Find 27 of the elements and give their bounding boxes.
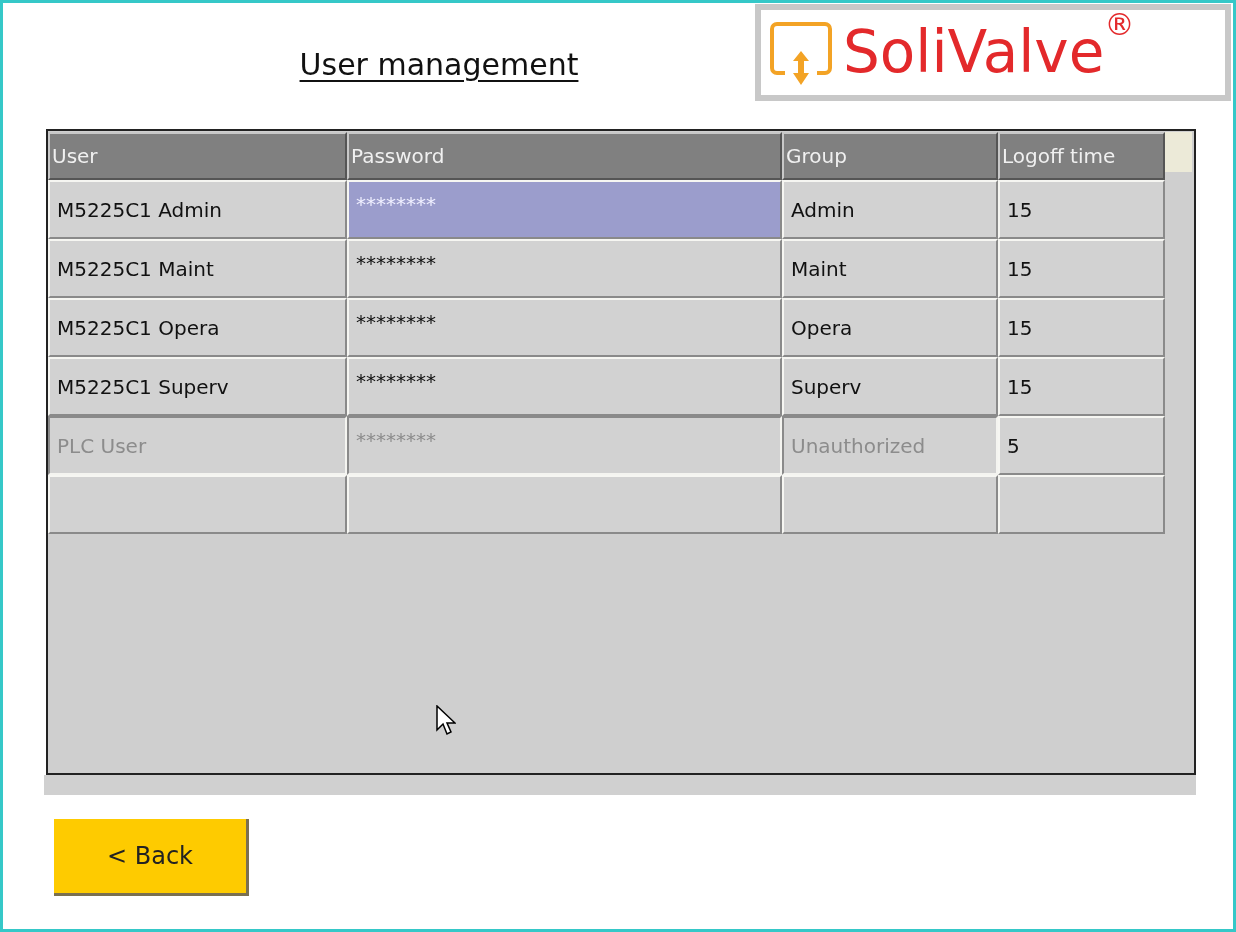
table-cell[interactable]: ******** xyxy=(347,357,782,416)
table-cell[interactable]: Opera xyxy=(782,298,998,357)
table-cell[interactable]: 15 xyxy=(998,180,1165,239)
mouse-pointer-icon xyxy=(436,705,456,737)
table-cell[interactable]: M5225C1 Superv xyxy=(48,357,347,416)
column-header: Password xyxy=(347,132,782,180)
table-cell[interactable]: ******** xyxy=(347,239,782,298)
scrollbar-corner xyxy=(1165,132,1192,172)
page-title: User management xyxy=(299,45,579,84)
table-cell[interactable] xyxy=(347,475,782,534)
table-cell[interactable]: 15 xyxy=(998,239,1165,298)
table-cell[interactable] xyxy=(782,475,998,534)
table-cell[interactable] xyxy=(998,475,1165,534)
table-cell[interactable]: ******** xyxy=(347,298,782,357)
table-cell[interactable]: Admin xyxy=(782,180,998,239)
table-cell[interactable]: M5225C1 Admin xyxy=(48,180,347,239)
column-header: Logoff time xyxy=(998,132,1165,180)
column-header: Group xyxy=(782,132,998,180)
column-header: User xyxy=(48,132,347,180)
table-cell[interactable]: 15 xyxy=(998,357,1165,416)
back-button[interactable]: < Back xyxy=(54,819,249,896)
table-cell[interactable]: Maint xyxy=(782,239,998,298)
table-cell[interactable]: M5225C1 Maint xyxy=(48,239,347,298)
table-cell[interactable]: M5225C1 Opera xyxy=(48,298,347,357)
table-cell[interactable]: Superv xyxy=(782,357,998,416)
table-cell[interactable]: 15 xyxy=(998,298,1165,357)
table-cell[interactable] xyxy=(48,475,347,534)
